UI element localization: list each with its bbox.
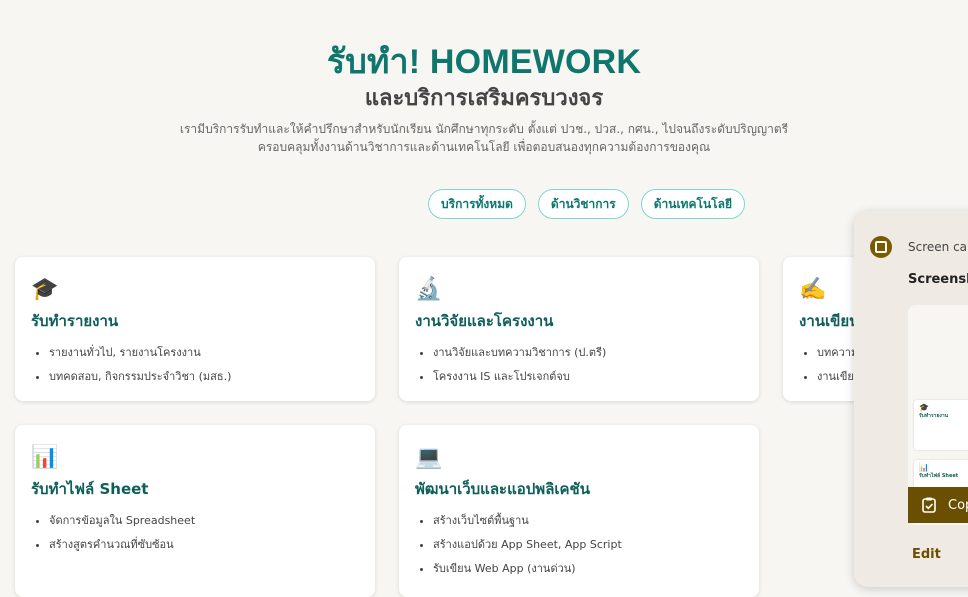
- list-item: บทคดสอบ, กิจกรรมประจำวิชา (มสธ.): [49, 367, 359, 385]
- clipboard-check-icon: [922, 497, 936, 513]
- screen-capture-icon: [870, 236, 892, 258]
- page-subtitle: และบริการเสริมครบวงจร: [364, 86, 604, 111]
- list-item: สร้างสูตรคำนวณที่ซับซ้อน: [49, 535, 359, 553]
- card-title: งานวิจัยและโครงงาน: [415, 312, 554, 330]
- card-title: พัฒนาเว็บและแอปพลิเคชัน: [415, 480, 590, 498]
- service-card-research[interactable]: 🔬 งานวิจัยและโครงงาน งานวิจัยและบทความวิ…: [399, 257, 759, 401]
- service-card-sheet[interactable]: 📊 รับทำไฟล์ Sheet จัดการข้อมูลใน Spreads…: [15, 425, 375, 597]
- intro-line-2: ครอบคลุมทั้งงานด้านวิชาการและด้านเทคโนโล…: [257, 140, 711, 154]
- list-item: รายงานทั่วไป, รายงานโครงงาน: [49, 343, 359, 361]
- bar-chart-icon: 📊: [31, 445, 59, 470]
- intro-text: เรามีบริการรับทำและให้คำปรึกษาสำหรับนักเ…: [0, 120, 968, 156]
- thumb-card-title: รับทำไฟล์ Sheet: [919, 473, 959, 479]
- list-item: รับเขียน Web App (งานด่วน): [433, 559, 743, 577]
- intro-line-1: เรามีบริการรับทำและให้คำปรึกษาสำหรับนักเ…: [179, 122, 789, 136]
- filter-technology[interactable]: ด้านเทคโนโลยี: [640, 189, 745, 219]
- service-card-report[interactable]: 🎓 รับทำรายงาน รายงานทั่วไป, รายงานโครงงา…: [15, 257, 375, 401]
- list-item: สร้างแอปด้วย App Sheet, App Script: [433, 535, 743, 553]
- graduation-cap-icon: 🎓: [31, 277, 59, 302]
- card-list: รายงานทั่วไป, รายงานโครงงาน บทคดสอบ, กิจ…: [31, 343, 359, 385]
- laptop-icon: 💻: [415, 445, 443, 470]
- card-list: งานวิจัยและบทความวิชาการ (ป.ตรี) โครงงาน…: [415, 343, 743, 385]
- list-item: จัดการข้อมูลใน Spreadsheet: [49, 511, 359, 529]
- card-list: จัดการข้อมูลใน Spreadsheet สร้างสูตรคำนว…: [31, 511, 359, 553]
- panel-heading: Screensho: [908, 272, 968, 287]
- panel-label: Screen cap: [908, 240, 968, 254]
- edit-button[interactable]: Edit: [912, 547, 941, 562]
- microscope-icon: 🔬: [415, 277, 443, 302]
- filter-all[interactable]: บริการทั้งหมด: [428, 189, 526, 219]
- card-title: รับทำรายงาน: [31, 312, 119, 330]
- copy-label: Cop: [948, 497, 968, 513]
- thumb-card-title: รับทำรายงาน: [919, 413, 949, 419]
- service-card-webapp[interactable]: 💻 พัฒนาเว็บและแอปพลิเคชัน สร้างเว็บไซต์พ…: [399, 425, 759, 597]
- copy-button[interactable]: Cop: [908, 487, 968, 523]
- screenshot-panel: Screen cap Screensho 🎓 รับทำรายงาน 📊 รับ…: [854, 211, 968, 587]
- card-title: รับทำไฟล์ Sheet: [31, 480, 149, 498]
- filter-academic[interactable]: ด้านวิชาการ: [537, 189, 629, 219]
- list-item: สร้างเว็บไซต์พื้นฐาน: [433, 511, 743, 529]
- list-item: โครงงาน IS และโปรเจกต์จบ: [433, 367, 743, 385]
- list-item: งานวิจัยและบทความวิชาการ (ป.ตรี): [433, 343, 743, 361]
- card-list: สร้างเว็บไซต์พื้นฐาน สร้างแอปด้วย App Sh…: [415, 511, 743, 577]
- filter-chips: บริการทั้งหมด ด้านวิชาการ ด้านเทคโนโลยี: [428, 189, 745, 219]
- thumb-card: 🎓 รับทำรายงาน: [914, 400, 968, 450]
